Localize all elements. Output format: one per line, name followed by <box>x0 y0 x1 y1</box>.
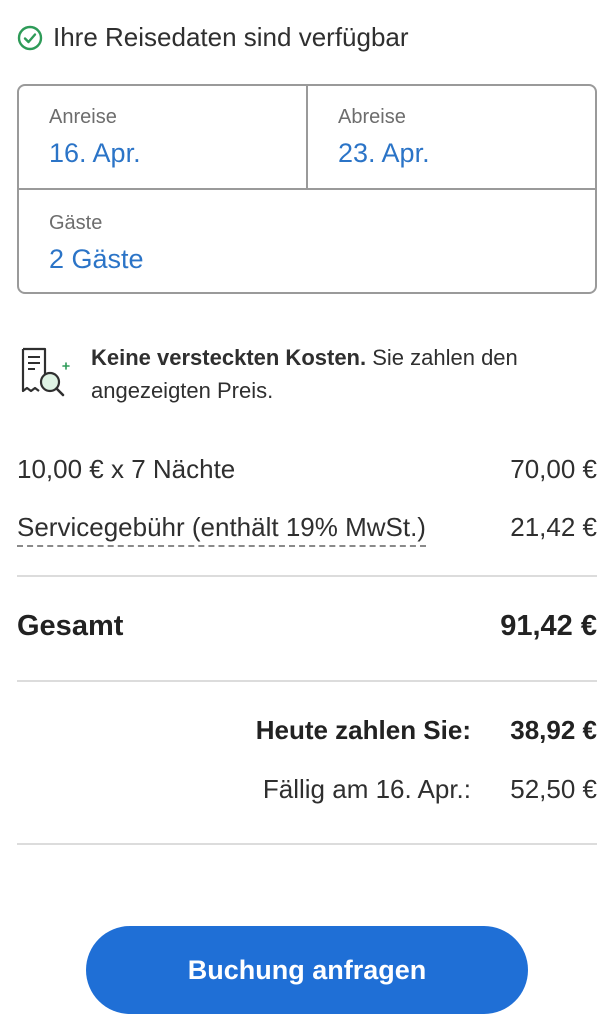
notice-bold-text: Keine versteckten Kosten. <box>91 345 367 370</box>
pay-due-row: Fällig am 16. Apr.: 52,50 € <box>263 774 597 805</box>
checkout-field[interactable]: Abreise 23. Apr. <box>308 86 595 190</box>
total-amount: 91,42 € <box>500 610 597 642</box>
check-circle-icon <box>17 25 43 50</box>
checkout-value: 23. Apr. <box>338 138 430 168</box>
price-line-amount: 70,00 € <box>510 454 597 484</box>
trip-details-box: Anreise 16. Apr. Abreise 23. Apr. Gäste … <box>17 84 597 294</box>
service-fee-label[interactable]: Servicegebühr (enthält 19% MwSt.) <box>17 512 426 547</box>
divider <box>17 575 597 577</box>
total-row: Gesamt 91,42 € <box>17 610 597 643</box>
checkin-field[interactable]: Anreise 16. Apr. <box>19 86 308 190</box>
pay-due-label: Fällig am 16. Apr.: <box>262 774 471 804</box>
guests-label: Gäste <box>49 212 103 234</box>
availability-text: Ihre Reisedaten sind verfügbar <box>53 22 409 52</box>
price-line-label: 10,00 € x 7 Nächte <box>17 454 236 484</box>
receipt-magnifier-icon <box>21 347 70 397</box>
no-hidden-costs-notice: Keine versteckten Kosten. Sie zahlen den… <box>17 341 597 407</box>
guests-field[interactable]: Gäste 2 Gäste <box>19 190 595 292</box>
pay-today-amount: 38,92 € <box>510 715 597 745</box>
pay-today-label: Heute zahlen Sie: <box>255 715 471 745</box>
price-line-nights: 10,00 € x 7 Nächte 70,00 € <box>17 454 597 485</box>
checkin-value: 16. Apr. <box>49 138 141 168</box>
checkout-label: Abreise <box>338 106 406 128</box>
availability-status: Ihre Reisedaten sind verfügbar <box>17 22 409 53</box>
divider <box>17 680 597 682</box>
price-line-service-fee: Servicegebühr (enthält 19% MwSt.) 21,42 … <box>17 512 597 547</box>
total-label: Gesamt <box>17 610 124 642</box>
guests-value: 2 Gäste <box>49 244 144 274</box>
price-line-amount: 21,42 € <box>510 512 597 542</box>
pay-today-row: Heute zahlen Sie: 38,92 € <box>256 715 597 746</box>
divider <box>17 843 597 845</box>
pay-due-amount: 52,50 € <box>510 774 597 804</box>
checkin-label: Anreise <box>49 106 117 128</box>
request-booking-button[interactable]: Buchung anfragen <box>86 926 528 1014</box>
